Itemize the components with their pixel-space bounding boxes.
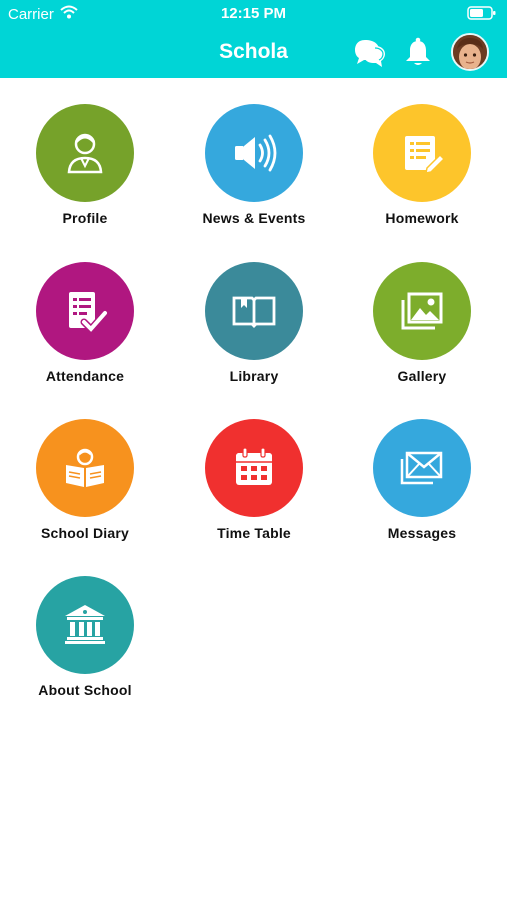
menu-item-homework[interactable]: Homework [342,104,502,226]
menu-label: Library [229,368,279,384]
school-building-icon [36,576,134,674]
bell-icon[interactable] [403,36,433,73]
menu-item-news-events[interactable]: News & Events [174,104,334,226]
calendar-icon [205,419,303,517]
gallery-icon [373,262,471,360]
chat-icon[interactable] [353,36,387,75]
menu-item-about-school[interactable]: About School [5,576,165,698]
menu-label: Attendance [45,368,125,384]
menu-label: Gallery [397,368,447,384]
speaker-icon [205,104,303,202]
menu-item-time-table[interactable]: Time Table [174,419,334,541]
book-icon [205,262,303,360]
menu-item-attendance[interactable]: Attendance [5,262,165,384]
status-bar: Carrier 12:15 PM [0,0,507,28]
profile-icon [36,104,134,202]
menu-item-school-diary[interactable]: School Diary [5,419,165,541]
menu-label: Profile [62,210,108,226]
status-time: 12:15 PM [220,5,287,22]
menu-item-gallery[interactable]: Gallery [342,262,502,384]
menu-label: School Diary [41,525,129,541]
battery-icon [467,6,497,24]
menu-label: Messages [387,525,457,541]
menu-label: About School [38,682,132,698]
homework-icon [373,104,471,202]
reading-icon [36,419,134,517]
menu-label: Time Table [217,525,291,541]
envelope-icon [373,419,471,517]
menu-item-messages[interactable]: Messages [342,419,502,541]
menu-item-profile[interactable]: Profile [5,104,165,226]
menu-label: News & Events [202,210,306,226]
nav-bar: Schola [0,28,507,78]
menu-item-library[interactable]: Library [174,262,334,384]
avatar[interactable] [451,33,489,71]
attendance-icon [36,262,134,360]
menu-label: Homework [385,210,459,226]
